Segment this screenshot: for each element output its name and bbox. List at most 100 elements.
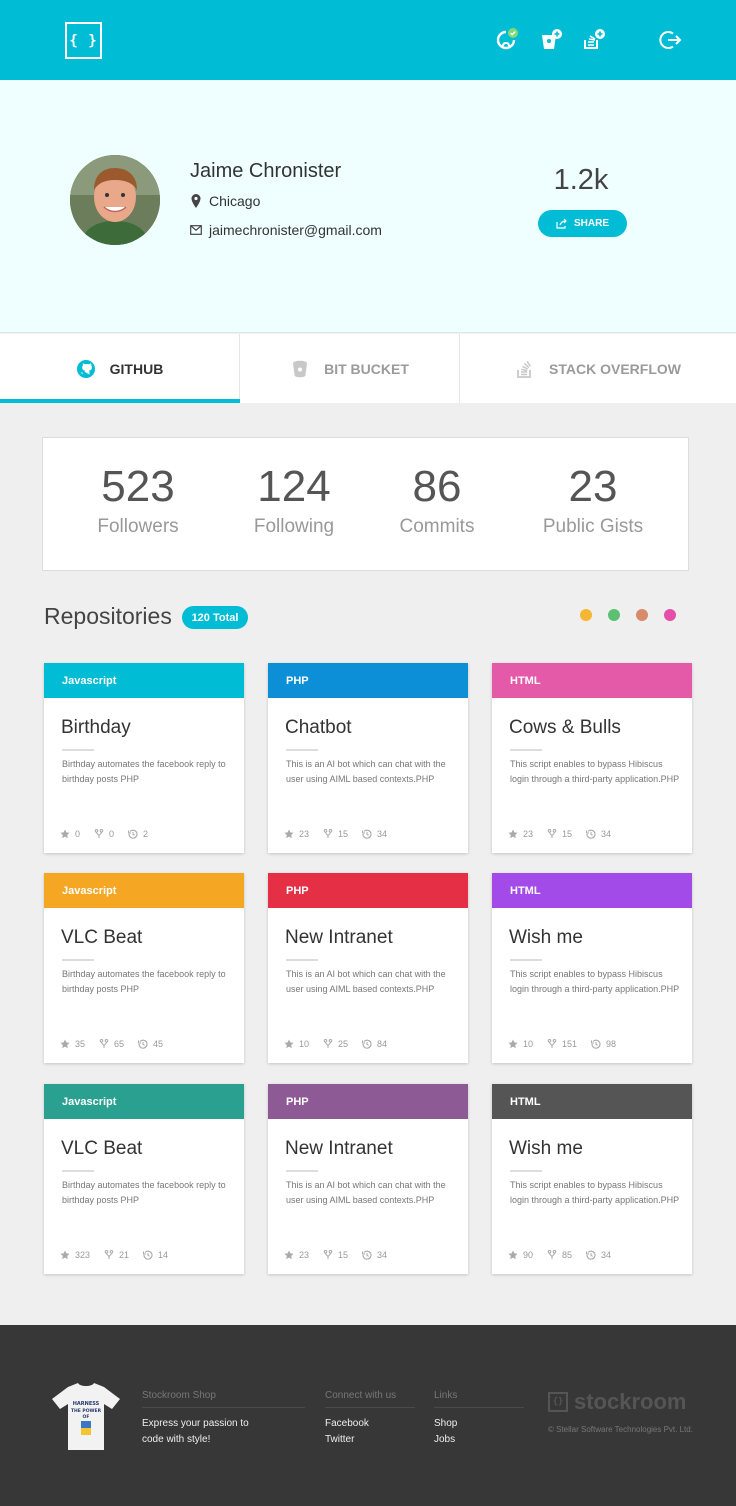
stackoverflow-add-icon[interactable] bbox=[582, 28, 606, 52]
tshirt-image[interactable]: HARNESS THE POWER OF bbox=[50, 1383, 122, 1451]
stat-commits[interactable]: 86 Commits bbox=[362, 463, 512, 538]
logout-icon[interactable] bbox=[658, 28, 682, 52]
repo-language-tag: HTML bbox=[492, 663, 692, 698]
repo-history[interactable]: 84 bbox=[362, 1039, 387, 1049]
repo-forks-count: 15 bbox=[562, 829, 573, 839]
repo-history-count: 14 bbox=[158, 1250, 169, 1260]
filter-dot-green[interactable] bbox=[608, 609, 620, 621]
filter-dot-yellow[interactable] bbox=[580, 609, 592, 621]
repo-card[interactable]: HTML Wish me This script enables to bypass… bbox=[492, 873, 692, 1063]
profile-section: Jaime Chronister Chicago jaimechronister… bbox=[0, 80, 736, 333]
repo-stars[interactable]: 35 bbox=[60, 1039, 85, 1049]
repo-title[interactable]: Birthday bbox=[61, 717, 131, 739]
stat-commits-value: 86 bbox=[412, 462, 462, 511]
repo-stars[interactable]: 23 bbox=[284, 829, 309, 839]
footer-link-shop[interactable]: Shop bbox=[434, 1416, 524, 1432]
repo-history[interactable]: 34 bbox=[586, 1250, 611, 1260]
repo-forks[interactable]: 85 bbox=[547, 1250, 572, 1260]
repo-history-count: 34 bbox=[377, 829, 388, 839]
stat-following-label: Following bbox=[253, 516, 335, 537]
history-icon bbox=[586, 829, 596, 839]
repo-card[interactable]: Javascript Birthday Birthday automates the… bbox=[44, 663, 244, 853]
repo-stars[interactable]: 90 bbox=[508, 1250, 533, 1260]
repo-forks[interactable]: 151 bbox=[547, 1039, 577, 1049]
repo-title[interactable]: Cows & Bulls bbox=[509, 717, 621, 739]
repo-forks[interactable]: 15 bbox=[323, 829, 348, 839]
filter-dot-pink[interactable] bbox=[664, 609, 676, 621]
repo-stars[interactable]: 10 bbox=[508, 1039, 533, 1049]
tab-github[interactable]: GITHUB bbox=[0, 334, 240, 403]
source-tabs: GITHUB BIT BUCKET STACK OVERFLOW bbox=[0, 334, 736, 403]
filter-dot-orange[interactable] bbox=[636, 609, 648, 621]
history-icon bbox=[128, 829, 138, 839]
repo-history-count: 84 bbox=[377, 1039, 388, 1049]
repo-title-divider bbox=[62, 1170, 94, 1172]
repo-forks[interactable]: 15 bbox=[547, 829, 572, 839]
history-icon bbox=[143, 1250, 153, 1260]
repo-language: Javascript bbox=[62, 1095, 117, 1108]
repo-language-tag: HTML bbox=[492, 1084, 692, 1119]
footer: HARNESS THE POWER OF Stockroom Shop Expr… bbox=[0, 1325, 736, 1506]
repo-forks-count: 65 bbox=[114, 1039, 125, 1049]
stat-following[interactable]: 124 Following bbox=[219, 463, 369, 538]
repo-card[interactable]: Javascript VLC Beat Birthday automates the… bbox=[44, 1084, 244, 1274]
repo-card[interactable]: HTML Wish me This script enables to bypass… bbox=[492, 1084, 692, 1274]
repo-language-tag: PHP bbox=[268, 663, 468, 698]
repo-history[interactable]: 34 bbox=[362, 1250, 387, 1260]
stat-public-gists[interactable]: 23 Public Gists bbox=[518, 463, 668, 538]
bitbucket-add-icon[interactable] bbox=[539, 28, 563, 52]
repo-card[interactable]: Javascript VLC Beat Birthday automates the… bbox=[44, 873, 244, 1063]
repo-stars[interactable]: 23 bbox=[284, 1250, 309, 1260]
repo-forks-count: 25 bbox=[338, 1039, 349, 1049]
repo-forks[interactable]: 0 bbox=[94, 829, 114, 839]
footer-link-jobs[interactable]: Jobs bbox=[434, 1432, 524, 1448]
star-icon bbox=[284, 1250, 294, 1260]
stat-followers[interactable]: 523 Followers bbox=[63, 463, 213, 538]
repo-description: Birthday automates the facebook reply to… bbox=[62, 1180, 226, 1205]
repo-card[interactable]: HTML Cows & Bulls This script enables to b… bbox=[492, 663, 692, 853]
repo-title[interactable]: Chatbot bbox=[285, 717, 352, 739]
repo-title[interactable]: Wish me bbox=[509, 927, 583, 949]
repo-history-count: 45 bbox=[153, 1039, 164, 1049]
footer-brand[interactable]: {} stockroom bbox=[548, 1389, 686, 1415]
repo-language: PHP bbox=[286, 1095, 309, 1108]
footer-links-column: Links Shop Jobs bbox=[434, 1390, 524, 1448]
repo-history[interactable]: 34 bbox=[362, 829, 387, 839]
profile-email[interactable]: jaimechronister@gmail.com bbox=[209, 222, 382, 238]
repo-description: Birthday automates the facebook reply to… bbox=[62, 969, 226, 994]
repo-history[interactable]: 14 bbox=[143, 1250, 168, 1260]
repo-history[interactable]: 2 bbox=[128, 829, 148, 839]
repo-card[interactable]: PHP New Intranet This is an AI bot which c… bbox=[268, 873, 468, 1063]
tab-stackoverflow[interactable]: STACK OVERFLOW bbox=[460, 334, 736, 403]
repo-stars[interactable]: 10 bbox=[284, 1039, 309, 1049]
app-logo[interactable]: { } bbox=[65, 22, 102, 59]
repo-forks[interactable]: 21 bbox=[104, 1250, 129, 1260]
fork-icon bbox=[323, 1250, 333, 1260]
repo-title[interactable]: New Intranet bbox=[285, 1138, 393, 1160]
mail-icon bbox=[190, 225, 202, 235]
repo-card[interactable]: PHP Chatbot This is an AI bot which can ch… bbox=[268, 663, 468, 853]
repo-title[interactable]: VLC Beat bbox=[61, 927, 142, 949]
footer-link-twitter[interactable]: Twitter bbox=[325, 1432, 415, 1448]
repo-title[interactable]: Wish me bbox=[509, 1138, 583, 1160]
repo-forks[interactable]: 15 bbox=[323, 1250, 348, 1260]
repo-title[interactable]: VLC Beat bbox=[61, 1138, 142, 1160]
tab-bitbucket[interactable]: BIT BUCKET bbox=[240, 334, 460, 403]
repo-history[interactable]: 45 bbox=[138, 1039, 163, 1049]
repo-stars[interactable]: 323 bbox=[60, 1250, 90, 1260]
repo-language: HTML bbox=[510, 1095, 541, 1108]
stat-followers-label: Followers bbox=[97, 516, 179, 537]
tab-stackoverflow-label: STACK OVERFLOW bbox=[549, 360, 681, 377]
repo-history[interactable]: 34 bbox=[586, 829, 611, 839]
share-button[interactable]: SHARE bbox=[538, 210, 627, 237]
footer-links-heading: Links bbox=[434, 1390, 524, 1408]
repo-stars[interactable]: 23 bbox=[508, 829, 533, 839]
repo-forks[interactable]: 65 bbox=[99, 1039, 124, 1049]
footer-link-facebook[interactable]: Facebook bbox=[325, 1416, 415, 1432]
repo-stars[interactable]: 0 bbox=[60, 829, 80, 839]
repo-forks[interactable]: 25 bbox=[323, 1039, 348, 1049]
github-connected-icon[interactable] bbox=[494, 28, 518, 52]
repo-history[interactable]: 98 bbox=[591, 1039, 616, 1049]
repo-title[interactable]: New Intranet bbox=[285, 927, 393, 949]
repo-card[interactable]: PHP New Intranet This is an AI bot which c… bbox=[268, 1084, 468, 1274]
